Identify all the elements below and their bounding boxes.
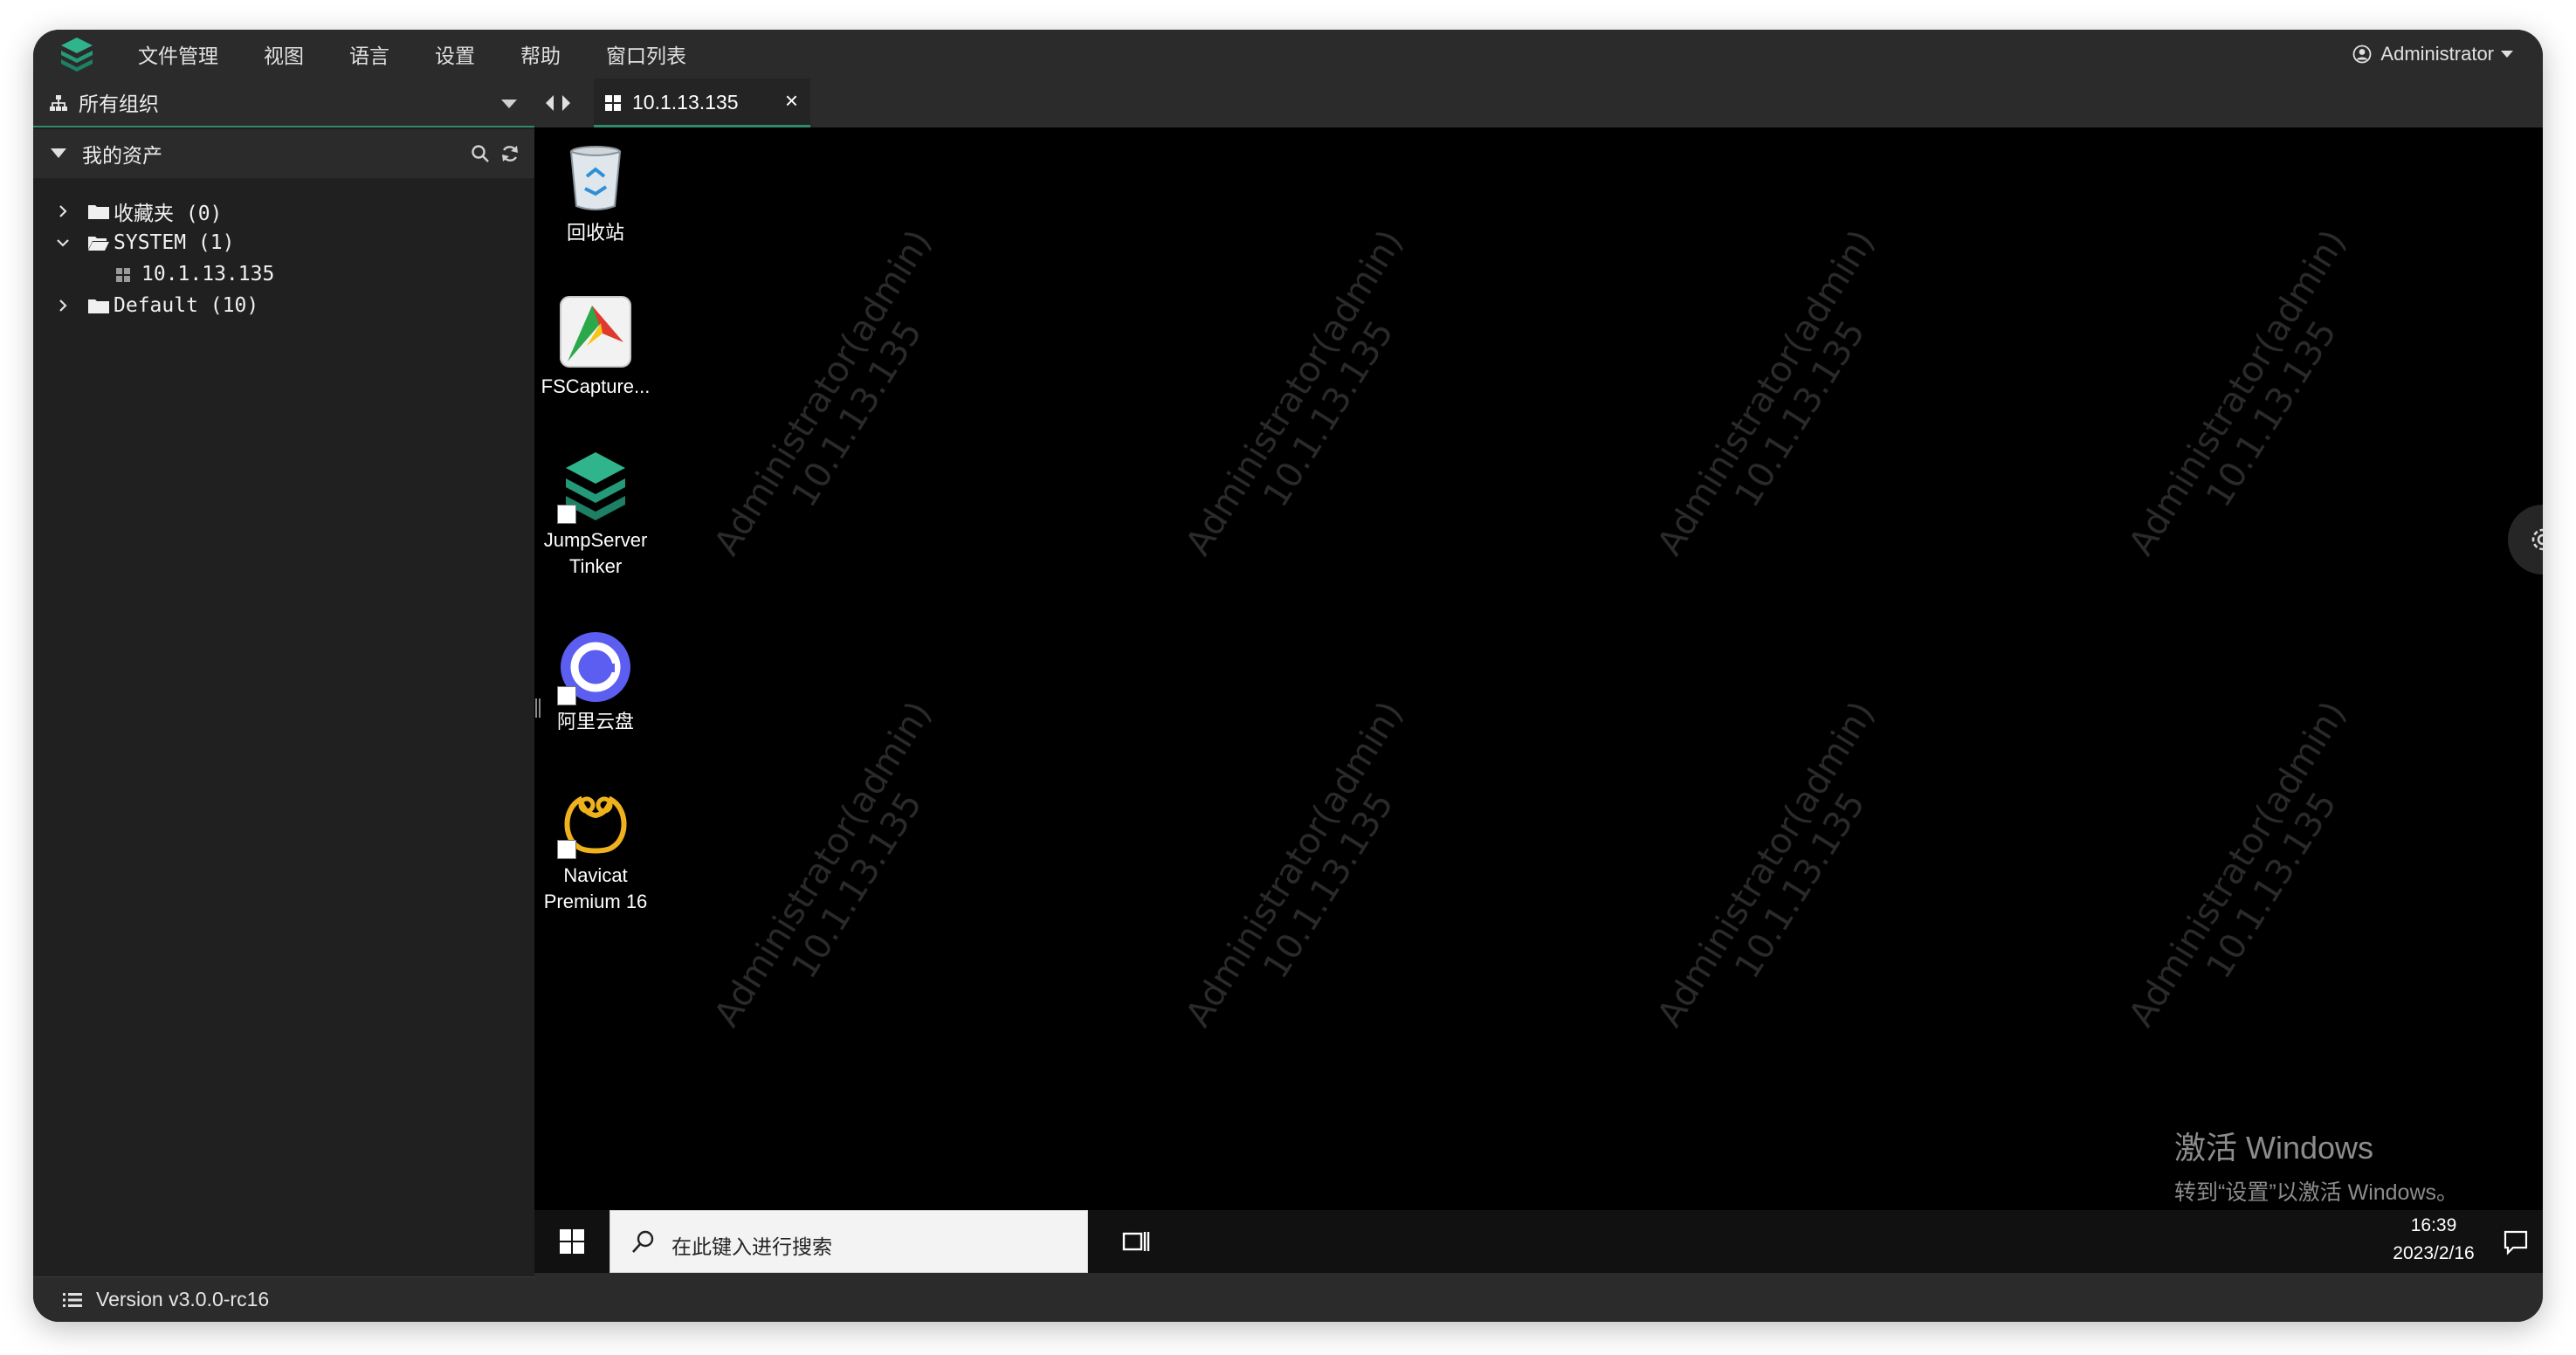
desktop-icon-label: FSCapture... [541, 375, 651, 397]
menu-help[interactable]: 帮助 [520, 39, 561, 69]
gear-icon [2531, 528, 2543, 551]
windows-icon [605, 95, 621, 111]
my-assets-header: 我的资产 [33, 129, 534, 178]
user-menu[interactable]: Administrator [2352, 30, 2513, 79]
close-icon[interactable]: × [785, 89, 798, 112]
windows-icon [116, 268, 130, 282]
menu-language[interactable]: 语言 [349, 39, 389, 69]
user-name: Administrator [2380, 43, 2494, 65]
tab-session[interactable]: 10.1.13.135 × [594, 79, 810, 127]
tree-node-system[interactable]: SYSTEM (1) [33, 227, 534, 258]
task-view-icon [1122, 1232, 1150, 1251]
my-assets-label: 我的资产 [82, 144, 162, 167]
folder-open-icon [88, 237, 109, 251]
bottom-strip [534, 1273, 2543, 1322]
menu-bar: 文件管理 视图 语言 设置 帮助 窗口列表 Administrator [33, 30, 2543, 79]
list-icon[interactable] [63, 1292, 82, 1308]
chevron-down-icon [2501, 51, 2513, 58]
desktop-icon-label: JumpServer Tinker [543, 529, 648, 577]
search-placeholder: 在此键入进行搜索 [672, 1235, 832, 1258]
activation-subtitle: 转到“设置”以激活 Windows。 [2174, 1180, 2459, 1205]
menu-view[interactable]: 视图 [264, 39, 304, 69]
app-window: 文件管理 视图 语言 设置 帮助 窗口列表 Administrator 所有组织… [33, 30, 2543, 1322]
tree-node-label: 10.1.13.135 [141, 263, 275, 285]
taskbar-search-input[interactable]: 在此键入进行搜索 [610, 1210, 1088, 1273]
fscapture-icon [560, 296, 631, 368]
version-bar: Version v3.0.0-rc16 [33, 1276, 534, 1322]
tree-node-label: 收藏夹 (0) [114, 203, 223, 225]
clock-time: 16:39 [2410, 1215, 2457, 1235]
watermark: Administrator(admin) 10.1.13.135 [2121, 223, 2354, 562]
tree-node-default[interactable]: Default (10) [33, 290, 534, 321]
search-icon [632, 1230, 654, 1253]
desktop-icon-label: 回收站 [566, 222, 624, 244]
org-selector-label: 所有组织 [79, 93, 159, 115]
watermark: Administrator(admin) 10.1.13.135 [1178, 694, 1411, 1034]
windows-taskbar: 在此键入进行搜索 16:39 2023/2/16 [534, 1210, 2543, 1273]
tree-node-label: SYSTEM (1) [114, 231, 235, 254]
desktop-icon-fscapture[interactable]: FSCapture... [534, 293, 657, 400]
watermark: Administrator(admin) 10.1.13.135 [1178, 223, 1411, 562]
recycle-bin-icon [569, 146, 622, 210]
notification-button[interactable] [2490, 1210, 2539, 1273]
asset-tree: 收藏夹 (0) SYSTEM (1) 10.1.13.135 Default (… [33, 196, 534, 321]
collapse-triangle-icon[interactable] [51, 148, 66, 158]
task-view-button[interactable] [1111, 1210, 1161, 1273]
asset-sidebar: 所有组织 我的资产 收藏夹 (0) SYSTEM (1) 10.1.13.135… [33, 79, 534, 1322]
chevron-right-icon[interactable] [54, 203, 72, 220]
desktop-icon-label: Navicat Premium 16 [543, 864, 648, 912]
main-menu: 文件管理 视图 语言 设置 帮助 窗口列表 [138, 30, 732, 79]
user-avatar-icon [2353, 45, 2372, 64]
chevron-down-icon[interactable] [54, 234, 72, 251]
desktop-icon-aliyun-drive[interactable]: 阿里云盘 [534, 629, 657, 735]
watermark: Administrator(admin) 10.1.13.135 [706, 223, 940, 562]
chevron-down-icon [501, 100, 517, 108]
version-label: Version v3.0.0-rc16 [96, 1288, 270, 1310]
tree-node-asset[interactable]: 10.1.13.135 [33, 258, 534, 290]
desktop-icon-jumpserver-tinker[interactable]: JumpServer Tinker [534, 447, 657, 580]
watermark: Administrator(admin) 10.1.13.135 [706, 694, 940, 1034]
start-button[interactable] [534, 1210, 610, 1273]
taskbar-clock[interactable]: 16:39 2023/2/16 [2380, 1210, 2487, 1273]
folder-icon [88, 299, 109, 313]
search-icon[interactable] [470, 143, 491, 164]
activation-title: 激活 Windows [2174, 1130, 2374, 1166]
menu-file-manager[interactable]: 文件管理 [138, 39, 218, 69]
desktop-icon-recycle-bin[interactable]: 回收站 [534, 140, 657, 246]
clock-date: 2023/2/16 [2393, 1243, 2475, 1263]
windows-activation-notice: 激活 Windows 转到“设置”以激活 Windows。 [2174, 1123, 2458, 1207]
notification-icon [2504, 1230, 2528, 1255]
chevron-right-icon[interactable] [54, 297, 72, 314]
windows-start-icon [560, 1229, 584, 1254]
tree-node-label: Default (10) [114, 294, 259, 317]
menu-window-list[interactable]: 窗口列表 [606, 39, 686, 69]
shortcut-arrow-icon [557, 686, 576, 705]
watermark: Administrator(admin) 10.1.13.135 [1650, 694, 1883, 1034]
session-tab-bar: 10.1.13.135 × [534, 79, 2543, 127]
watermark: Administrator(admin) 10.1.13.135 [1650, 223, 1883, 562]
session-settings-button[interactable] [2508, 505, 2543, 574]
remote-desktop[interactable]: Administrator(admin) 10.1.13.135 Administ… [534, 127, 2543, 1273]
shortcut-arrow-icon [557, 840, 576, 859]
tab-scroll-arrows-icon[interactable] [543, 93, 575, 113]
desktop-icon-label: 阿里云盘 [556, 711, 634, 733]
org-tree-icon [50, 95, 67, 111]
tree-node-favorites[interactable]: 收藏夹 (0) [33, 196, 534, 227]
menu-settings[interactable]: 设置 [435, 39, 475, 69]
desktop-icon-navicat[interactable]: Navicat Premium 16 [534, 782, 657, 915]
org-selector[interactable]: 所有组织 [33, 79, 534, 127]
tab-label: 10.1.13.135 [632, 91, 739, 113]
folder-icon [88, 205, 109, 219]
jumpserver-logo-icon [61, 38, 93, 72]
shortcut-arrow-icon [557, 505, 576, 524]
refresh-icon[interactable] [499, 143, 520, 164]
watermark: Administrator(admin) 10.1.13.135 [2121, 694, 2354, 1034]
